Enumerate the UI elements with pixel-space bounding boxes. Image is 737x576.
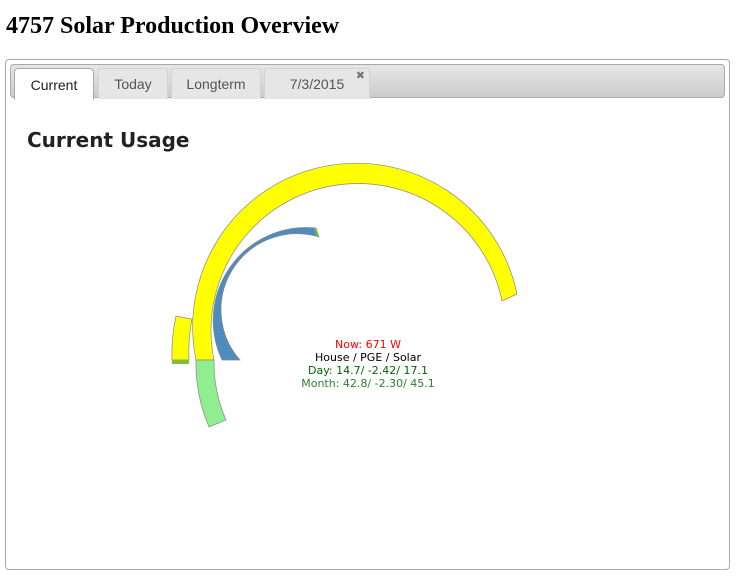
- page-title: 4757 Solar Production Overview: [6, 13, 340, 39]
- day-readout: Day: 14.7/ -2.42/ 17.1: [308, 364, 428, 377]
- small-arc-cap: [172, 360, 189, 364]
- small-solar-arc: [171, 315, 193, 361]
- solar-arc: [192, 162, 518, 361]
- pge-arc: [195, 359, 227, 428]
- month-readout: Month: 42.8/ -2.30/ 45.1: [301, 377, 435, 390]
- gauge-legend: House / PGE / Solar: [315, 351, 421, 364]
- now-readout: Now: 671 W: [335, 338, 401, 351]
- tabs-panel: Current Today Longterm 7/3/2015 ✖ Curren…: [5, 59, 730, 570]
- usage-gauge: Now: 671 W House / PGE / Solar Day: 14.7…: [171, 162, 518, 428]
